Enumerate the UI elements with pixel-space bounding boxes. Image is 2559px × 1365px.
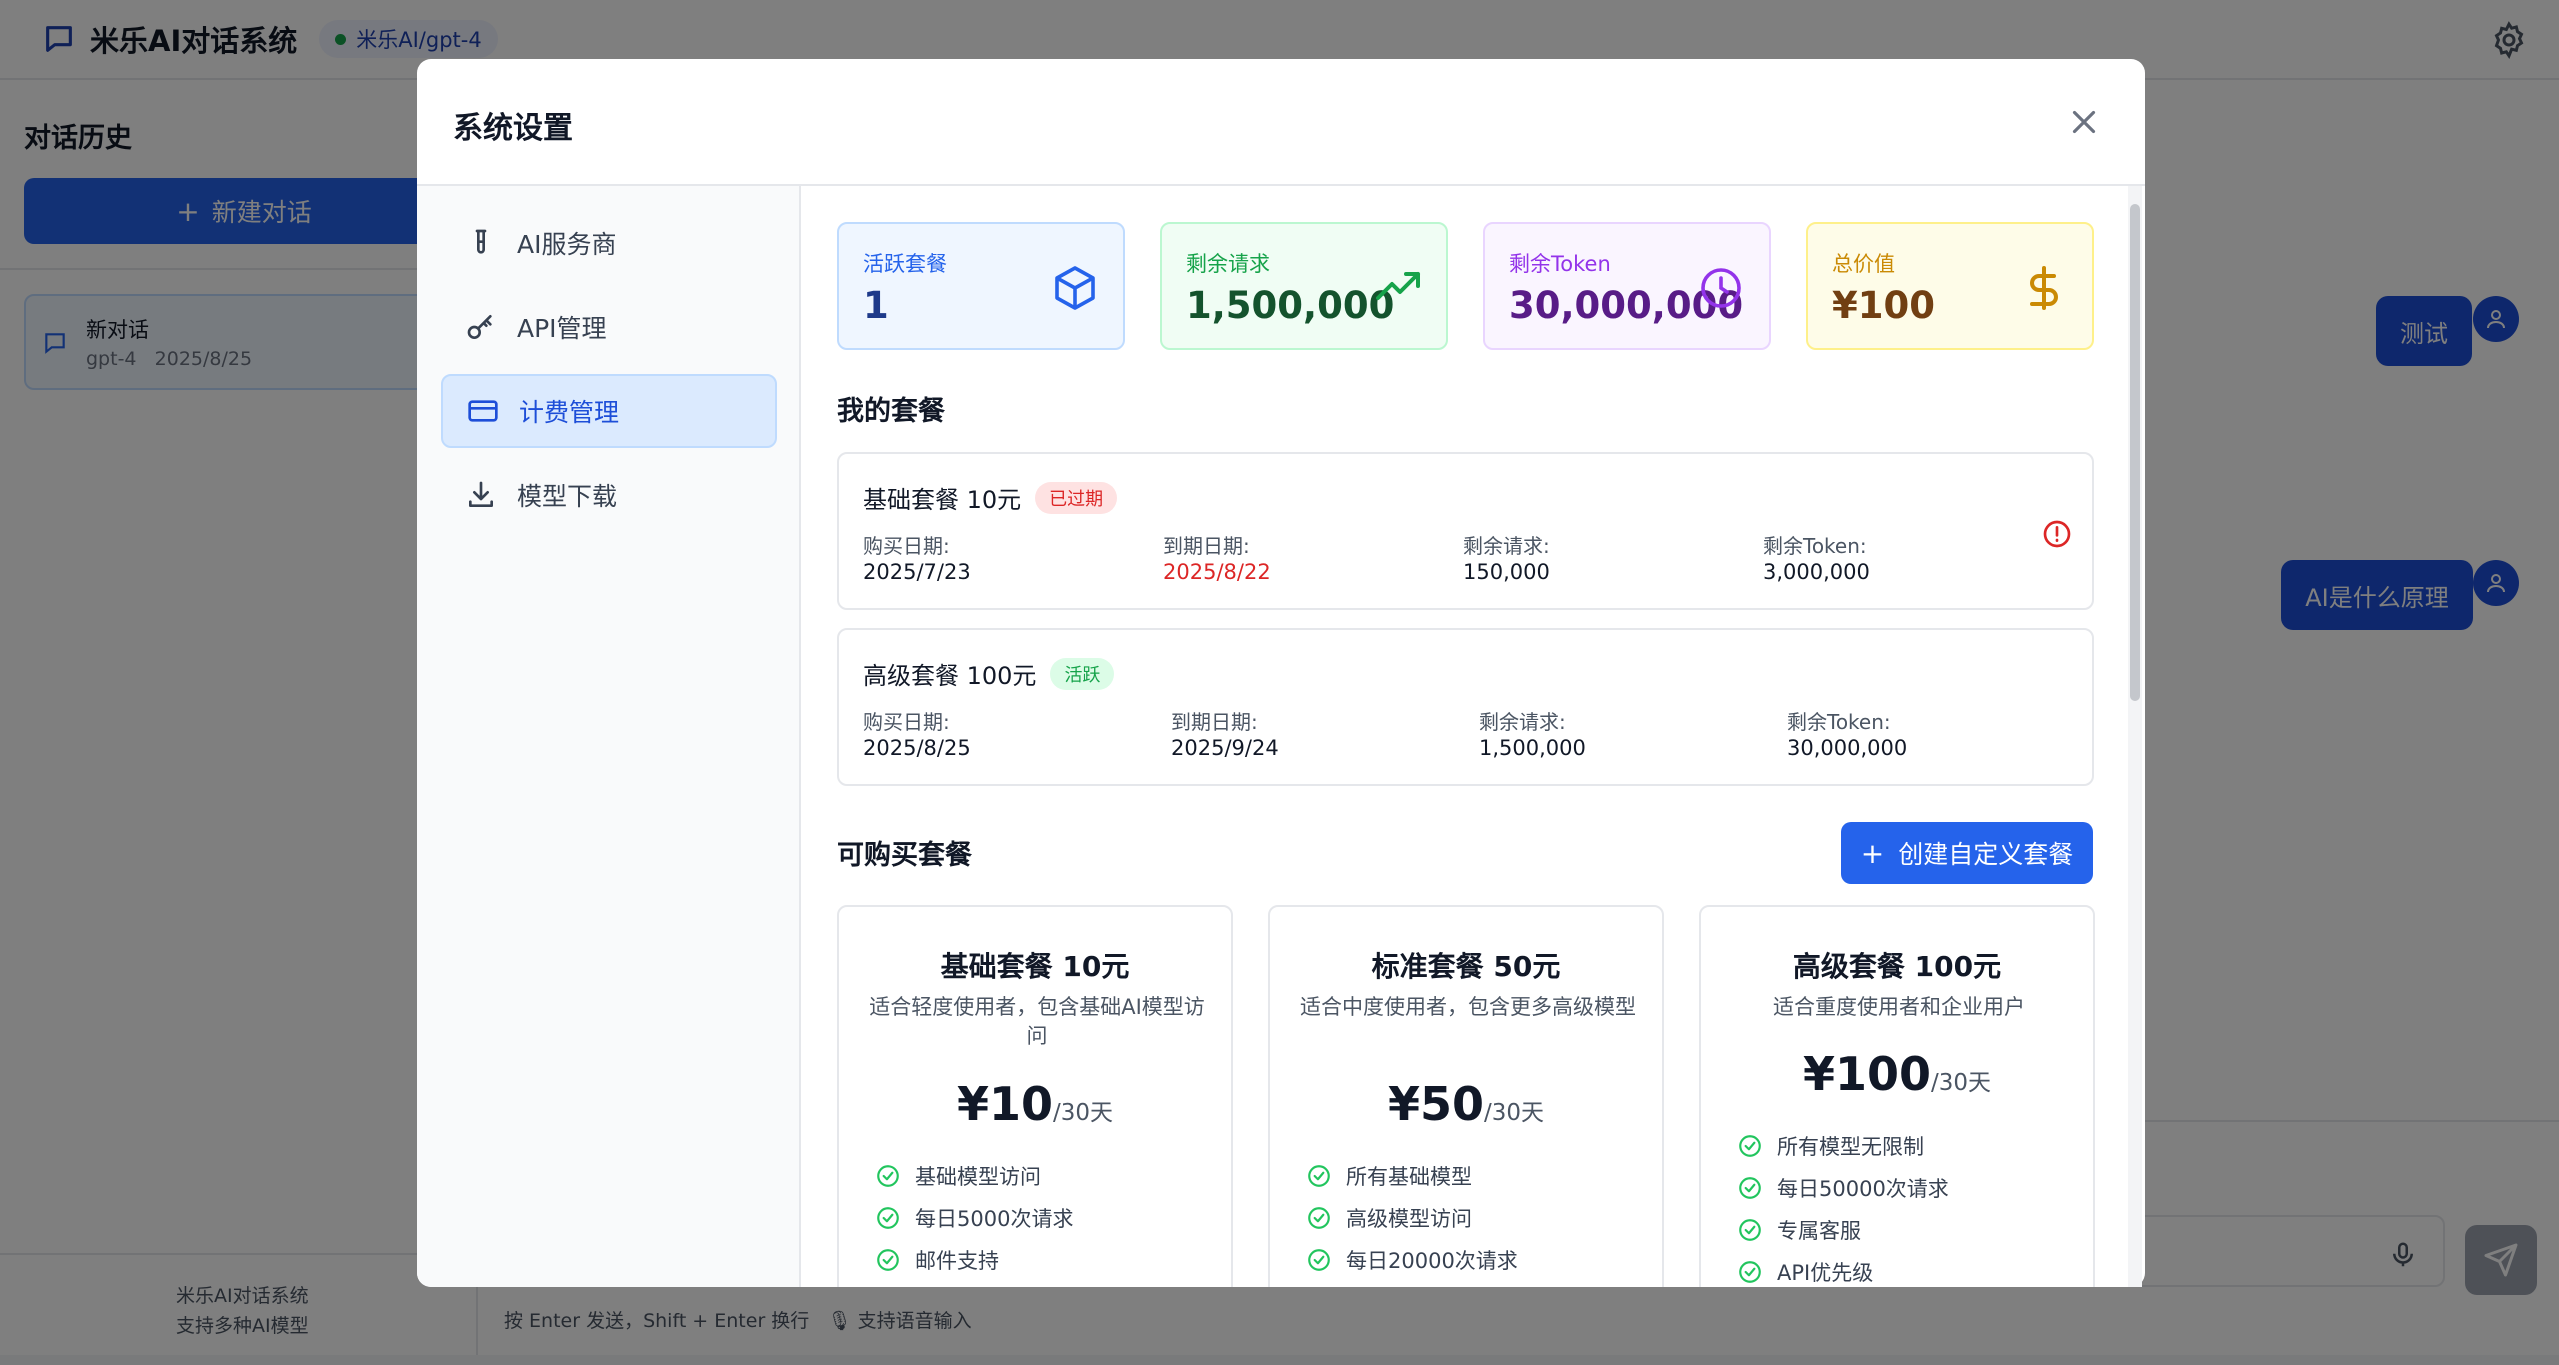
plan-price: ¥100/30天 bbox=[1802, 1047, 1992, 1101]
stat-active-packages: 活跃套餐 1 bbox=[837, 222, 1125, 350]
feature-item: 基础模型访问 bbox=[875, 1155, 1073, 1197]
plan-description: 适合重度使用者和企业用户 bbox=[1773, 995, 2025, 1019]
check-circle-icon bbox=[1308, 1207, 1330, 1229]
create-label: 创建自定义套餐 bbox=[1898, 840, 2074, 869]
scrollbar-thumb[interactable] bbox=[2130, 204, 2140, 701]
stat-remaining-requests: 剩余请求 1,500,000 bbox=[1160, 222, 1448, 350]
check-circle-icon bbox=[877, 1165, 899, 1187]
available-packages-title: 可购买套餐 bbox=[837, 840, 972, 871]
remaining-requests-label: 剩余请求: bbox=[1479, 710, 1566, 734]
expire-date-label: 到期日期: bbox=[1171, 710, 1258, 734]
plan-price: ¥50/30天 bbox=[1387, 1077, 1545, 1131]
remaining-tokens-label: 剩余Token: bbox=[1787, 710, 1891, 734]
remaining-tokens: 30,000,000 bbox=[1787, 736, 1908, 760]
remaining-requests-label: 剩余请求: bbox=[1463, 534, 1550, 558]
feature-item: 每日20000次请求 bbox=[1306, 1239, 1518, 1281]
billing-content: 活跃套餐 1 剩余请求 1,500,000 剩余Token 30,000,000… bbox=[417, 59, 2145, 1287]
plan-features: 所有模型无限制 每日50000次请求 专属客服 API优先级 bbox=[1737, 1125, 1949, 1287]
package-icon bbox=[1055, 266, 1095, 310]
package-card: 基础套餐 10元 已过期 购买日期: 2025/7/23 到期日期: 2025/8… bbox=[837, 452, 2094, 610]
check-circle-icon bbox=[877, 1207, 899, 1229]
remaining-tokens-label: 剩余Token: bbox=[1763, 534, 1867, 558]
feature-item: 所有模型无限制 bbox=[1737, 1125, 1949, 1167]
plan-features: 基础模型访问 每日5000次请求 邮件支持 bbox=[875, 1155, 1073, 1281]
status-badge: 已过期 bbox=[1035, 482, 1118, 514]
alert-circle-icon bbox=[2043, 520, 2071, 548]
clock-icon bbox=[1701, 268, 1741, 308]
check-circle-icon bbox=[1308, 1165, 1330, 1187]
feature-item: 每日50000次请求 bbox=[1737, 1167, 1949, 1209]
feature-item: API优先级 bbox=[1737, 1251, 1949, 1287]
check-circle-icon bbox=[1739, 1261, 1761, 1283]
expire-date-label: 到期日期: bbox=[1163, 534, 1250, 558]
plan-features: 所有基础模型 高级模型访问 每日20000次请求 bbox=[1306, 1155, 1518, 1281]
remaining-requests: 150,000 bbox=[1463, 560, 1550, 584]
stat-total-value: 总价值 ¥100 bbox=[1806, 222, 2094, 350]
dollar-icon bbox=[2030, 266, 2058, 310]
remaining-tokens: 3,000,000 bbox=[1763, 560, 1870, 584]
plan-name: 标准套餐 50元 bbox=[1371, 950, 1561, 983]
plan-card-premium[interactable]: 高级套餐 100元 适合重度使用者和企业用户 ¥100/30天 所有模型无限制 … bbox=[1699, 905, 2095, 1287]
purchase-date: 2025/8/25 bbox=[863, 736, 971, 760]
plan-name: 高级套餐 100元 bbox=[1792, 950, 2002, 983]
plus-icon: + bbox=[1860, 836, 1885, 870]
plan-price: ¥10/30天 bbox=[956, 1077, 1114, 1131]
check-circle-icon bbox=[1739, 1219, 1761, 1241]
package-name: 高级套餐 100元 活跃 bbox=[863, 656, 1115, 691]
purchase-date-label: 购买日期: bbox=[863, 534, 950, 558]
check-circle-icon bbox=[877, 1249, 899, 1271]
check-circle-icon bbox=[1739, 1177, 1761, 1199]
plan-card-standard[interactable]: 标准套餐 50元 适合中度使用者，包含更多高级模型 ¥50/30天 所有基础模型… bbox=[1268, 905, 1664, 1287]
check-circle-icon bbox=[1739, 1135, 1761, 1157]
feature-item: 专属客服 bbox=[1737, 1209, 1949, 1251]
plan-description: 适合轻度使用者，包含基础AI模型访问 bbox=[869, 995, 1205, 1048]
feature-item: 所有基础模型 bbox=[1306, 1155, 1518, 1197]
plan-description: 适合中度使用者，包含更多高级模型 bbox=[1300, 995, 1636, 1019]
expire-date: 2025/8/22 bbox=[1163, 560, 1271, 584]
package-name: 基础套餐 10元 已过期 bbox=[863, 480, 1118, 515]
trending-up-icon bbox=[1376, 272, 1420, 300]
package-card: 高级套餐 100元 活跃 购买日期: 2025/8/25 到期日期: 2025/9… bbox=[837, 628, 2094, 786]
check-circle-icon bbox=[1308, 1249, 1330, 1271]
expire-date: 2025/9/24 bbox=[1171, 736, 1279, 760]
purchase-date-label: 购买日期: bbox=[863, 710, 950, 734]
plan-name: 基础套餐 10元 bbox=[940, 950, 1130, 983]
my-packages-title: 我的套餐 bbox=[837, 396, 945, 427]
remaining-requests: 1,500,000 bbox=[1479, 736, 1586, 760]
plan-card-basic[interactable]: 基础套餐 10元 适合轻度使用者，包含基础AI模型访问 ¥10/30天 基础模型… bbox=[837, 905, 1233, 1287]
stat-remaining-tokens: 剩余Token 30,000,000 bbox=[1483, 222, 1771, 350]
feature-item: 邮件支持 bbox=[875, 1239, 1073, 1281]
create-custom-package-button[interactable]: + 创建自定义套餐 bbox=[1841, 822, 2093, 884]
feature-item: 每日5000次请求 bbox=[875, 1197, 1073, 1239]
status-badge: 活跃 bbox=[1050, 658, 1115, 690]
purchase-date: 2025/7/23 bbox=[863, 560, 971, 584]
feature-item: 高级模型访问 bbox=[1306, 1197, 1518, 1239]
